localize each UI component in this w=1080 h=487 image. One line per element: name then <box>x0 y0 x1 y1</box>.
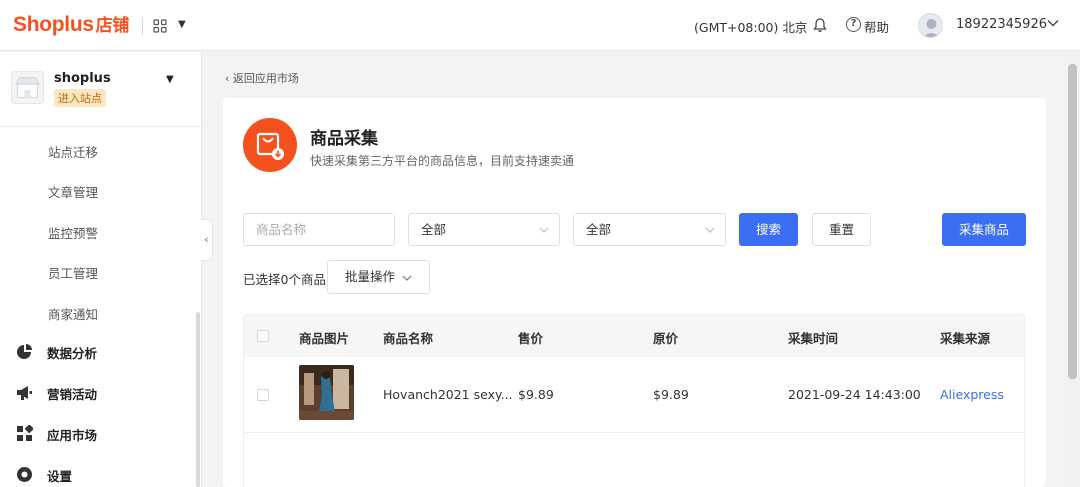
chevron-down-icon <box>705 227 715 233</box>
collect-products-button[interactable]: 采集商品 <box>942 213 1026 246</box>
help-link[interactable]: 帮助 <box>864 17 889 36</box>
sidebar-item-monitoring[interactable]: 监控预警 <box>48 223 98 242</box>
sidebar-item-staff[interactable]: 员工管理 <box>48 263 98 282</box>
column-header-name: 商品名称 <box>383 331 434 346</box>
table-header: 商品图片 商品名称 售价 原价 采集时间 采集来源 <box>244 315 1024 357</box>
sidebar-item-site-migration[interactable]: 站点迁移 <box>48 142 98 161</box>
store-caret-icon[interactable]: ▼ <box>166 74 174 85</box>
store-name: shoplus <box>54 71 111 86</box>
pie-chart-icon <box>17 344 32 359</box>
app-grid-icon <box>17 425 33 441</box>
column-header-source: 采集来源 <box>940 331 991 346</box>
avatar[interactable] <box>918 13 943 38</box>
enter-site-badge[interactable]: 进入站点 <box>54 89 106 107</box>
row-checkbox[interactable] <box>257 389 269 401</box>
search-button[interactable]: 搜索 <box>739 213 798 246</box>
sidebar-scrollbar[interactable] <box>196 312 200 487</box>
apps-grid-icon[interactable] <box>153 19 167 33</box>
batch-actions-dropdown[interactable]: 批量操作 <box>327 260 430 294</box>
shopping-bag-download-icon <box>243 118 297 172</box>
chevron-down-icon <box>402 275 412 281</box>
reset-button[interactable]: 重置 <box>812 213 871 246</box>
table-row: Hovanch2021 sexy... $9.89 $9.89 2021-09-… <box>244 357 1024 433</box>
top-bar: Shoplus 店铺 ▼ (GMT+08:00) 北京 ? 帮助 18922345… <box>0 0 1080 51</box>
sidebar: shoplus 进入站点 ▼ 站点迁移 文章管理 监控预警 员工管理 商家通知 … <box>0 52 202 487</box>
settings-icon <box>17 467 32 482</box>
product-original-price: $9.89 <box>653 387 689 402</box>
page-title: 商品采集 <box>310 129 378 149</box>
sidebar-item-articles[interactable]: 文章管理 <box>48 182 98 201</box>
product-table: 商品图片 商品名称 售价 原价 采集时间 采集来源 Hovanch2021 se… <box>243 314 1025 487</box>
column-header-image: 商品图片 <box>299 331 350 346</box>
apps-caret-icon[interactable]: ▼ <box>178 19 186 30</box>
filter-select-2[interactable]: 全部 <box>573 213 726 246</box>
page-description: 快速采集第三方平台的商品信息，目前支持速卖通 <box>310 154 575 168</box>
divider <box>142 17 143 35</box>
back-link[interactable]: ‹ 返回应用市场 <box>225 70 299 86</box>
select-all-checkbox[interactable] <box>257 330 269 342</box>
sidebar-item-notifications[interactable]: 商家通知 <box>48 304 98 323</box>
scrollbar-thumb[interactable] <box>1068 64 1077 379</box>
megaphone-icon <box>17 386 32 400</box>
product-image[interactable] <box>299 365 354 420</box>
sidebar-collapse-toggle[interactable]: ‹ <box>201 219 213 261</box>
page-scrollbar[interactable] <box>1064 52 1080 487</box>
column-header-price: 售价 <box>518 331 544 346</box>
collected-time: 2021-09-24 14:43:00 <box>788 387 921 402</box>
product-name[interactable]: Hovanch2021 sexy... <box>383 387 513 402</box>
bell-icon[interactable] <box>812 17 828 33</box>
selected-count: 已选择0个商品 <box>243 272 326 287</box>
product-price: $9.89 <box>518 387 554 402</box>
user-phone[interactable]: 18922345926 <box>956 17 1047 32</box>
column-header-collected-time: 采集时间 <box>788 331 839 346</box>
chevron-down-icon <box>539 227 549 233</box>
product-name-input[interactable]: 商品名称 <box>243 213 395 246</box>
filter-select-1[interactable]: 全部 <box>408 213 560 246</box>
source-link[interactable]: Aliexpress <box>940 387 1004 402</box>
column-header-original-price: 原价 <box>653 331 679 346</box>
chevron-down-icon[interactable] <box>1046 16 1060 30</box>
chevron-left-icon: ‹ <box>225 72 233 85</box>
store-switcher[interactable]: shoplus 进入站点 ▼ <box>0 52 202 127</box>
brand-logo[interactable]: Shoplus 店铺 <box>13 11 129 37</box>
timezone-label[interactable]: (GMT+08:00) 北京 <box>694 17 807 36</box>
store-thumbnail <box>11 71 44 104</box>
help-icon[interactable]: ? <box>846 17 861 32</box>
